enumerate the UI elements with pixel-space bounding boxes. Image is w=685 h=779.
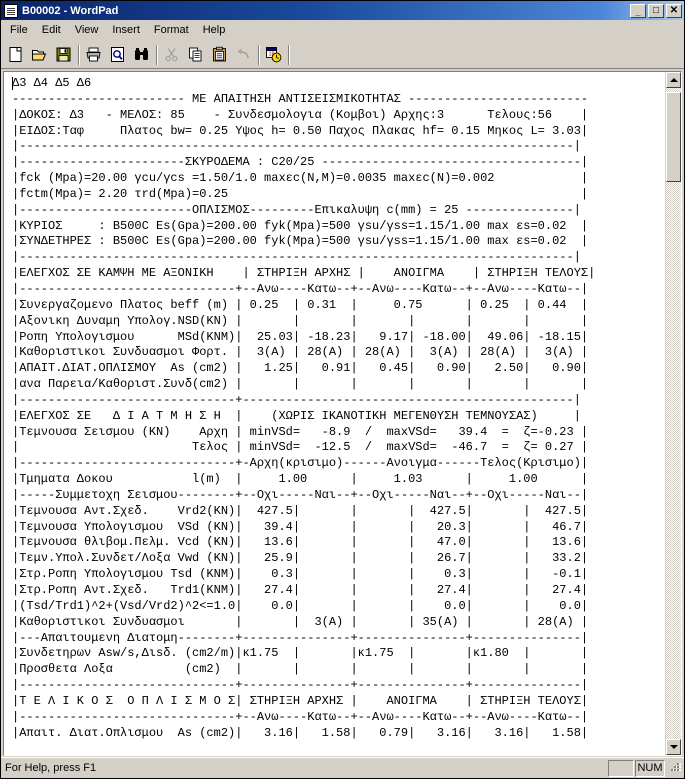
close-icon: ✕ (669, 4, 679, 16)
menu-bar: File Edit View Insert Format Help (1, 20, 684, 41)
save-floppy-icon (56, 47, 71, 62)
new-document-button[interactable] (4, 43, 27, 66)
maximize-button[interactable]: □ (648, 3, 664, 18)
menu-insert[interactable]: Insert (105, 22, 147, 39)
print-preview-button[interactable] (106, 43, 129, 66)
date-time-icon: 18 (266, 47, 282, 63)
scroll-down-button[interactable] (666, 739, 681, 755)
print-icon (86, 47, 101, 62)
date-time-button[interactable]: 18 (262, 43, 285, 66)
text-caret (12, 77, 13, 90)
minimize-icon: _ (635, 6, 641, 17)
find-button[interactable] (130, 43, 153, 66)
print-button[interactable] (82, 43, 105, 66)
document-text[interactable]: Δ3 Δ4 Δ5 Δ6 ------------------------ ΜΕ … (4, 72, 665, 741)
wordpad-window: B00002 - WordPad _ □ ✕ File Edit View In… (0, 0, 685, 779)
cut-button[interactable] (160, 43, 183, 66)
scrollbar-track[interactable] (666, 88, 681, 739)
document-frame: Δ3 Δ4 Δ5 Δ6 ------------------------ ΜΕ … (3, 71, 682, 756)
toolbar-empty-area (288, 44, 684, 66)
find-binoculars-icon (135, 48, 148, 60)
save-button[interactable] (52, 43, 75, 66)
menu-help[interactable]: Help (196, 22, 233, 39)
menu-view[interactable]: View (68, 22, 106, 39)
cut-scissors-icon (165, 48, 178, 62)
window-controls: _ □ ✕ (630, 3, 682, 18)
scroll-up-button[interactable] (666, 72, 681, 88)
scroll-down-arrow-icon (669, 745, 678, 749)
document-icon (4, 3, 18, 18)
document-page[interactable]: Δ3 Δ4 Δ5 Δ6 ------------------------ ΜΕ … (4, 72, 665, 755)
copy-icon (189, 47, 202, 62)
document-area: Δ3 Δ4 Δ5 Δ6 ------------------------ ΜΕ … (1, 69, 684, 757)
print-preview-icon (111, 47, 124, 62)
resize-grip[interactable] (668, 761, 682, 776)
toolbar: 18 (1, 41, 684, 69)
undo-arrow-icon (237, 48, 249, 59)
open-folder-icon (32, 50, 47, 61)
minimize-button[interactable]: _ (630, 3, 646, 18)
status-pane-num: NUM (635, 759, 665, 777)
status-bar: For Help, press F1 NUM (1, 757, 684, 778)
vertical-scrollbar[interactable] (665, 72, 681, 755)
title-bar[interactable]: B00002 - WordPad _ □ ✕ (1, 1, 684, 20)
status-message: For Help, press F1 (5, 762, 97, 774)
scroll-up-arrow-icon (669, 78, 678, 82)
new-document-icon (9, 47, 22, 62)
window-title: B00002 - WordPad (22, 4, 119, 17)
menu-file[interactable]: File (3, 22, 35, 39)
scrollbar-thumb[interactable] (666, 92, 681, 182)
copy-button[interactable] (184, 43, 207, 66)
paste-button[interactable] (208, 43, 231, 66)
close-button[interactable]: ✕ (666, 3, 682, 18)
menu-format[interactable]: Format (147, 22, 196, 39)
maximize-icon: □ (652, 4, 660, 16)
open-folder-button[interactable] (28, 43, 51, 66)
menu-edit[interactable]: Edit (35, 22, 68, 39)
paste-clipboard-icon (213, 46, 226, 62)
undo-button[interactable] (232, 43, 255, 66)
status-pane-blank (608, 759, 634, 777)
